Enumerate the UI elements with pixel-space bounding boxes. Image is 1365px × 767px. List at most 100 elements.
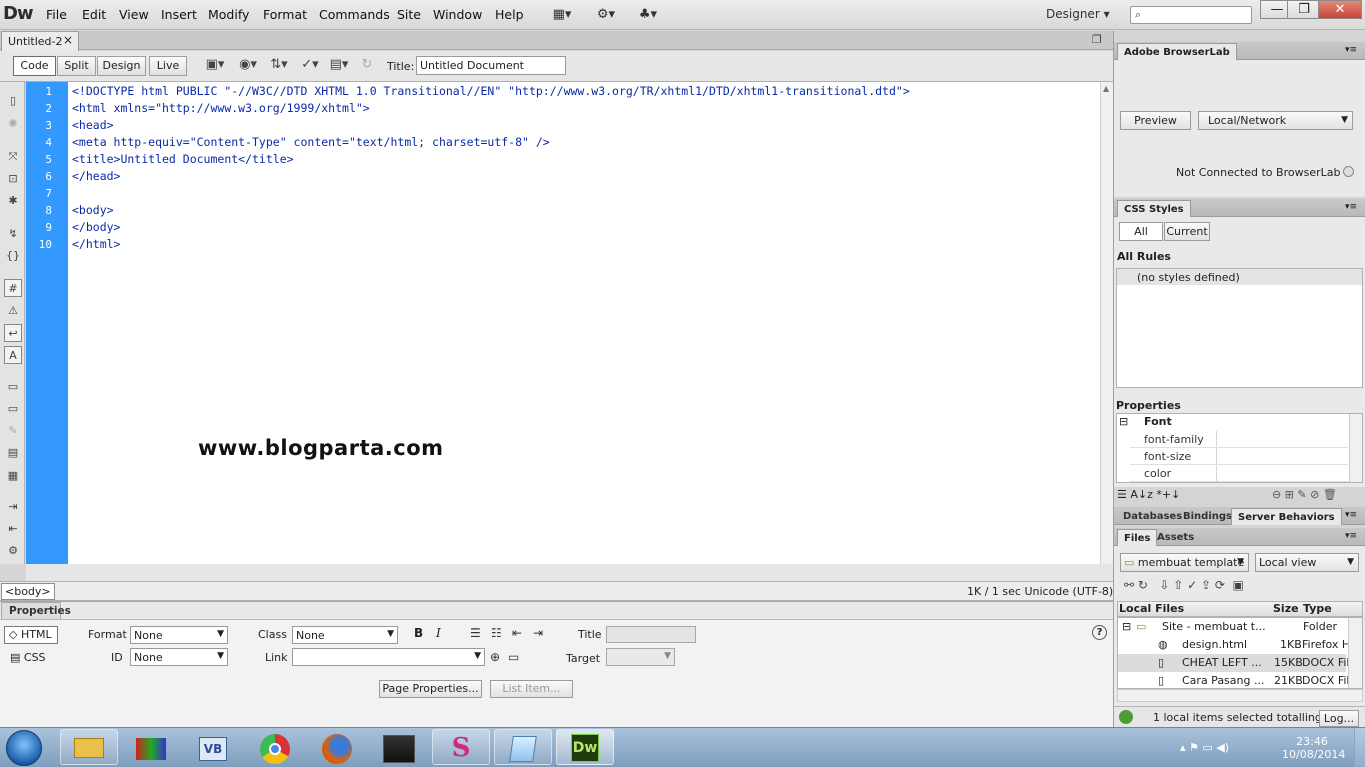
files-scrollbar[interactable]	[1348, 618, 1362, 688]
chrome-taskbar-button[interactable]	[246, 729, 304, 765]
rule-item[interactable]: (no styles defined)	[1117, 269, 1362, 285]
menu-commands[interactable]: Commands	[319, 7, 390, 22]
rules-list[interactable]	[1116, 268, 1363, 388]
syntax-coloring-icon[interactable]: A	[4, 346, 22, 364]
files-toolbar-icons[interactable]: ⚯ ↻ ⇩ ⇧ ✓ ⇪ ⟳ ▣	[1124, 578, 1244, 592]
indent-text-icon[interactable]: ⇥	[533, 626, 543, 640]
start-button[interactable]	[6, 730, 42, 766]
panel-menu-icon[interactable]: ▾≡	[1345, 45, 1357, 55]
chevron-down-icon[interactable]: ▼	[474, 651, 481, 661]
help-icon[interactable]: ?	[1092, 625, 1107, 640]
wrap-tag-icon[interactable]: ✎	[4, 422, 22, 440]
menu-help[interactable]: Help	[495, 7, 524, 22]
system-clock[interactable]: 23:46 10/08/2014	[1282, 735, 1345, 761]
refresh-icon[interactable]: ↻	[353, 57, 381, 75]
file-row[interactable]: ◍ design.html 1KB Firefox H	[1118, 636, 1350, 654]
page-properties-button[interactable]: Page Properties...	[379, 680, 482, 698]
preview-button[interactable]: Preview	[1120, 111, 1191, 130]
code-view-button[interactable]: Code	[13, 56, 56, 76]
css-props-scrollbar[interactable]	[1349, 414, 1362, 482]
design-view-button[interactable]: Design	[97, 56, 146, 76]
split-view-button[interactable]: Split	[57, 56, 96, 76]
menu-site[interactable]: Site	[397, 7, 421, 22]
assets-tab[interactable]: Assets	[1151, 529, 1200, 546]
italic-button[interactable]: I	[436, 626, 441, 640]
preview-browser-icon[interactable]: ◉▾	[234, 57, 262, 75]
menu-view[interactable]: View	[119, 7, 149, 22]
select-parent-tag-icon[interactable]: ↯	[4, 225, 22, 243]
close-button[interactable]: ✕	[1318, 0, 1362, 19]
code-line[interactable]: </head>	[72, 168, 120, 185]
code-line[interactable]: <body>	[72, 202, 114, 219]
live-view-button[interactable]: Live	[149, 56, 187, 76]
open-documents-icon[interactable]: ▯	[4, 92, 22, 110]
outdent-text-icon[interactable]: ⇤	[512, 626, 522, 640]
game-taskbar-button[interactable]	[370, 729, 428, 765]
show-desktop-button[interactable]	[1354, 728, 1365, 767]
target-select[interactable]: ▼	[606, 648, 675, 666]
point-to-file-icon[interactable]: ⊕	[490, 650, 500, 664]
css-action-icons[interactable]: ⊖ ⊞ ✎ ⊘ 🗑	[1272, 488, 1337, 501]
panel-menu-icon[interactable]: ▾≡	[1345, 531, 1357, 541]
visual-aids-icon[interactable]: ▤▾	[325, 57, 353, 75]
title-prop-input[interactable]	[606, 626, 696, 643]
collapse-selection-icon[interactable]: ⊡	[4, 170, 22, 188]
file-management-icon[interactable]: ⇅▾	[265, 57, 293, 75]
code-line[interactable]: <title>Untitled Document</title>	[72, 151, 294, 168]
panel-menu-icon[interactable]: ▾≡	[1345, 202, 1357, 212]
app-s-taskbar-button[interactable]: S	[432, 729, 490, 765]
server-behaviors-tab[interactable]: Server Behaviors	[1231, 508, 1342, 525]
css-prop-row[interactable]: color	[1130, 465, 1348, 482]
css-styles-tab[interactable]: CSS Styles	[1117, 200, 1191, 217]
collapse-icon[interactable]: ⊟	[1122, 620, 1131, 633]
menu-insert[interactable]: Insert	[161, 7, 197, 22]
collapse-icon[interactable]: ⊟	[1119, 415, 1128, 428]
file-row-selected[interactable]: ▯ CHEAT LEFT ... 15KB DOCX File	[1118, 654, 1356, 672]
format-select[interactable]: None ▼	[130, 626, 228, 644]
outdent-icon[interactable]: ⇤	[4, 520, 22, 538]
help-search-input[interactable]: ⌕	[1130, 6, 1252, 24]
line-numbers-icon[interactable]: #	[4, 279, 22, 297]
winrar-taskbar-button[interactable]	[122, 729, 180, 765]
dreamweaver-taskbar-button[interactable]: Dw	[556, 729, 614, 765]
css-prop-row[interactable]: font-size	[1130, 448, 1348, 465]
recent-snippets-icon[interactable]: ▤	[4, 444, 22, 462]
menu-edit[interactable]: Edit	[82, 7, 106, 22]
workspace-switcher[interactable]: Designer ▾	[1046, 7, 1110, 21]
scroll-up-icon[interactable]: ▲	[1103, 84, 1109, 93]
check-browser-icon[interactable]: ✓▾	[296, 57, 324, 75]
multiscreen-icon[interactable]: ▣▾	[201, 57, 229, 75]
indent-icon[interactable]: ⇥	[4, 498, 22, 516]
notepad-taskbar-button[interactable]	[494, 729, 552, 765]
current-mode-button[interactable]: Current	[1164, 222, 1210, 241]
panel-menu-icon[interactable]: ▾≡	[1345, 510, 1357, 520]
restore-doc-icon[interactable]: ❐	[1092, 33, 1102, 46]
firefox-taskbar-button[interactable]	[308, 729, 366, 765]
view-select[interactable]: Local view ▼	[1255, 553, 1359, 572]
code-line[interactable]: </html>	[72, 236, 120, 253]
files-hscrollbar[interactable]	[1117, 689, 1363, 702]
remove-comment-icon[interactable]: ▭	[4, 400, 22, 418]
close-tab-icon[interactable]: ×	[63, 33, 73, 47]
tray-icons[interactable]: ▴ ⚑ ▭ ◀)	[1180, 741, 1229, 754]
document-title-input[interactable]: Untitled Document	[416, 56, 566, 75]
apply-comment-icon[interactable]: ▭	[4, 378, 22, 396]
site-select[interactable]: ▭ membuat template ▼	[1120, 553, 1249, 572]
code-line[interactable]: <html xmlns="http://www.w3.org/1999/xhtm…	[72, 100, 370, 117]
menu-window[interactable]: Window	[433, 7, 482, 22]
log-button[interactable]: Log...	[1319, 710, 1359, 727]
list-item-button[interactable]: List Item...	[490, 680, 573, 698]
source-select[interactable]: Local/Network ▼	[1198, 111, 1353, 130]
show-code-navigator-icon[interactable]: ✺	[4, 115, 22, 133]
document-tab[interactable]: Untitled-2 ×	[1, 31, 79, 51]
css-mode-button[interactable]: ▤ CSS	[10, 651, 46, 664]
local-files-header[interactable]: Local Files	[1119, 602, 1184, 615]
menu-file[interactable]: File	[46, 7, 67, 22]
collapse-tag-icon[interactable]: ⤧	[4, 148, 22, 166]
file-row[interactable]: ⊟ ▭ Site - membuat t... Folder	[1118, 618, 1350, 636]
code-line[interactable]: <head>	[72, 117, 114, 134]
vb-taskbar-button[interactable]: VB	[184, 729, 242, 765]
size-header[interactable]: Size	[1273, 602, 1299, 615]
id-select[interactable]: None ▼	[130, 648, 228, 666]
move-css-icon[interactable]: ▦	[4, 467, 22, 485]
